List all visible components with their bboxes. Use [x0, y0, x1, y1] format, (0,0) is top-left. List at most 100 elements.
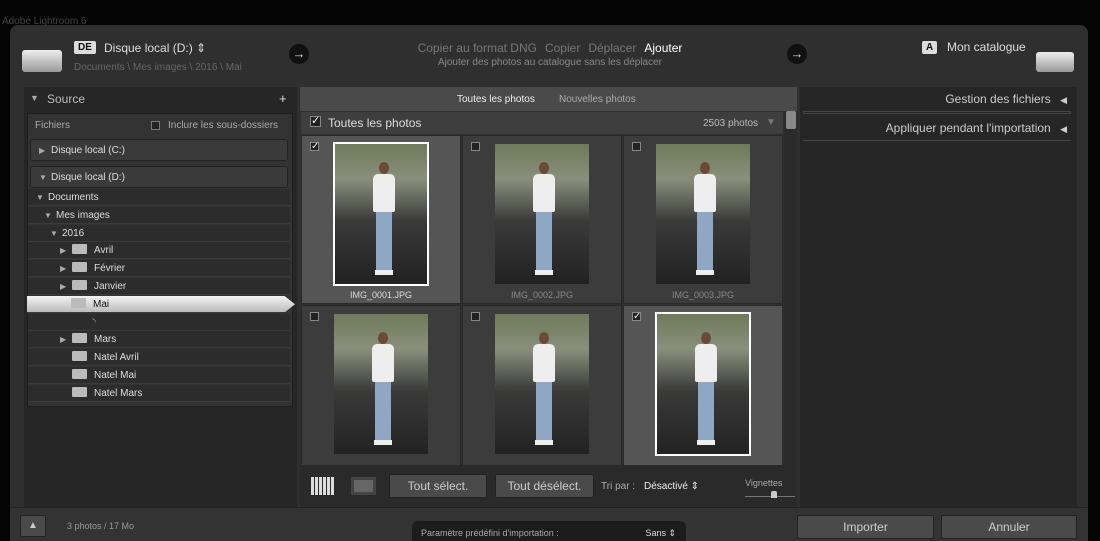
scrollbar-thumb[interactable]: [785, 111, 796, 129]
collapsed-triangle-icon: ◀: [1060, 95, 1067, 105]
folder-mars[interactable]: ▶ Mars: [28, 331, 290, 349]
mode-description: Ajouter des photos au catalogue sans les…: [437, 57, 663, 68]
folder-février[interactable]: ▶ Février: [28, 260, 290, 278]
drive-d[interactable]: ▼ Disque local (D:): [30, 166, 288, 188]
folder-loading[interactable]: ◝: [28, 313, 290, 331]
folder-icon: [72, 262, 87, 273]
photo-image: [334, 314, 428, 454]
folder-label: Natel Mai: [94, 370, 137, 381]
dropdown-triangle-icon[interactable]: ▼: [766, 117, 776, 128]
folder-natel-avril[interactable]: Natel Avril: [28, 349, 290, 367]
collapse-triangle-icon: ▼: [39, 173, 47, 182]
folder-label: Mars: [94, 334, 117, 346]
photo-checkbox[interactable]: [632, 142, 641, 151]
folder-label: Documents: [48, 192, 99, 203]
photo-thumbnail[interactable]: ✓: [623, 305, 783, 465]
folder-icon: [72, 351, 87, 362]
folder-janvier[interactable]: ▶ Janvier: [28, 278, 290, 295]
mode-copy-dng[interactable]: Copier au format DNG: [418, 41, 537, 55]
tab-new-photos[interactable]: Nouvelles photos: [559, 94, 636, 105]
updown-icon: ⇕: [196, 41, 207, 55]
tab-all-photos[interactable]: Toutes les photos: [457, 94, 535, 105]
include-subfolders-checkbox[interactable]: [151, 121, 160, 130]
folder-icon: [72, 369, 87, 379]
source-drive-select[interactable]: Disque local (D:) ⇕: [104, 41, 206, 55]
photo-checkbox[interactable]: ✓: [310, 142, 319, 152]
dest-catalog[interactable]: Mon catalogue: [947, 40, 1026, 54]
source-path: Documents \ Mes images \ 2016 \ Mai: [74, 62, 242, 73]
collapsed-triangle-icon: ◀: [1060, 124, 1067, 134]
folder-2016[interactable]: ▼ 2016: [28, 224, 290, 242]
photo-thumbnail[interactable]: IMG_0003.JPG: [623, 135, 783, 304]
include-subfolders-label: Inclure les sous-dossiers: [168, 120, 279, 131]
sort-select[interactable]: Désactivé ⇕: [644, 481, 699, 492]
preset-value: Sans ⇕: [645, 528, 676, 538]
hard-drive-icon: [22, 50, 62, 72]
collapse-triangle-icon: ▼: [36, 193, 44, 202]
photo-image: [495, 144, 589, 284]
photo-grid: ✓ IMG_0001.JPG IMG_0002.JPG IMG_0003.JPG ✓: [301, 135, 784, 465]
drive-label: Disque local (C:): [51, 145, 125, 156]
expand-triangle-icon: ▶: [39, 146, 46, 155]
loupe-view-icon[interactable]: [351, 477, 376, 495]
folder-mes-images[interactable]: ▼ Mes images: [28, 206, 290, 224]
section-apply-during-import[interactable]: Appliquer pendant l'importation ◀: [800, 121, 1067, 135]
expand-triangle-icon: ▶: [60, 282, 67, 291]
sort-label: Tri par :: [601, 481, 636, 492]
folder-natel-mai[interactable]: Natel Mai: [28, 367, 290, 384]
photo-checkbox[interactable]: ✓: [632, 312, 641, 322]
folder-avril[interactable]: ▶ Avril: [28, 242, 290, 260]
folder-icon: [72, 333, 87, 344]
preset-label: Paramètre prédéfini d'importation :: [421, 528, 559, 538]
thumbnail-size-slider[interactable]: [745, 496, 795, 497]
folder-icon: [71, 297, 86, 308]
scrollbar[interactable]: [784, 111, 797, 465]
section-file-handling[interactable]: Gestion des fichiers ◀: [800, 92, 1067, 106]
photo-checkbox[interactable]: [471, 142, 480, 151]
photo-filename: IMG_0002.JPG: [510, 290, 574, 300]
photo-checkbox[interactable]: [310, 312, 319, 321]
collapse-triangle-icon[interactable]: ▼: [30, 93, 39, 103]
loading-spinner-icon: ◝: [92, 316, 96, 328]
right-panel: [800, 87, 1077, 507]
photo-thumbnail[interactable]: [301, 305, 461, 465]
folder-natel-mars[interactable]: Natel Mars: [28, 384, 290, 402]
photo-image: [333, 142, 429, 286]
select-all-checkbox[interactable]: ✓: [310, 116, 321, 127]
select-all-button[interactable]: Tout sélect.: [389, 474, 487, 498]
photo-checkbox[interactable]: [471, 312, 480, 321]
collapse-triangle-icon: ▼: [50, 228, 58, 238]
photo-image: [655, 312, 751, 456]
import-preset-select[interactable]: Paramètre prédéfini d'importation : Sans …: [412, 521, 686, 541]
folder-label: Avril: [94, 245, 114, 257]
folder-icon: [72, 386, 87, 397]
photo-image: [656, 144, 750, 284]
expand-triangle-icon: ▶: [60, 264, 67, 274]
drive-c[interactable]: ▶ Disque local (C:): [30, 139, 288, 161]
mode-copy[interactable]: Copier: [545, 41, 580, 55]
photo-thumbnail[interactable]: [462, 305, 622, 465]
folder-mai[interactable]: Mai: [27, 295, 295, 313]
section-label: Appliquer pendant l'importation: [885, 121, 1051, 135]
cancel-button[interactable]: Annuler: [941, 515, 1077, 539]
source-title: Source: [47, 92, 86, 106]
mode-move[interactable]: Déplacer: [588, 41, 636, 55]
folder-label: Janvier: [94, 281, 127, 292]
add-source-icon[interactable]: +: [279, 91, 287, 106]
grid-header-label: Toutes les photos: [328, 116, 422, 130]
photo-thumbnail[interactable]: ✓ IMG_0001.JPG: [301, 135, 461, 304]
photo-thumbnail[interactable]: IMG_0002.JPG: [462, 135, 622, 304]
thumbnails-label: Vignettes: [745, 478, 783, 488]
deselect-all-button[interactable]: Tout désélect.: [495, 474, 594, 498]
folder-label: Natel Mars: [94, 387, 143, 399]
folder-icon: [72, 244, 87, 255]
grid-view-icon[interactable]: [311, 477, 335, 495]
slider-handle[interactable]: [771, 491, 777, 498]
divider: [803, 140, 1071, 142]
mode-add[interactable]: Ajouter: [644, 41, 682, 55]
folder-documents[interactable]: ▼ Documents: [28, 189, 290, 206]
import-button[interactable]: Importer: [797, 515, 934, 539]
photo-image: [495, 314, 589, 454]
expand-panel-button[interactable]: ▲: [20, 515, 46, 537]
photo-count: 2503 photos: [703, 118, 759, 129]
